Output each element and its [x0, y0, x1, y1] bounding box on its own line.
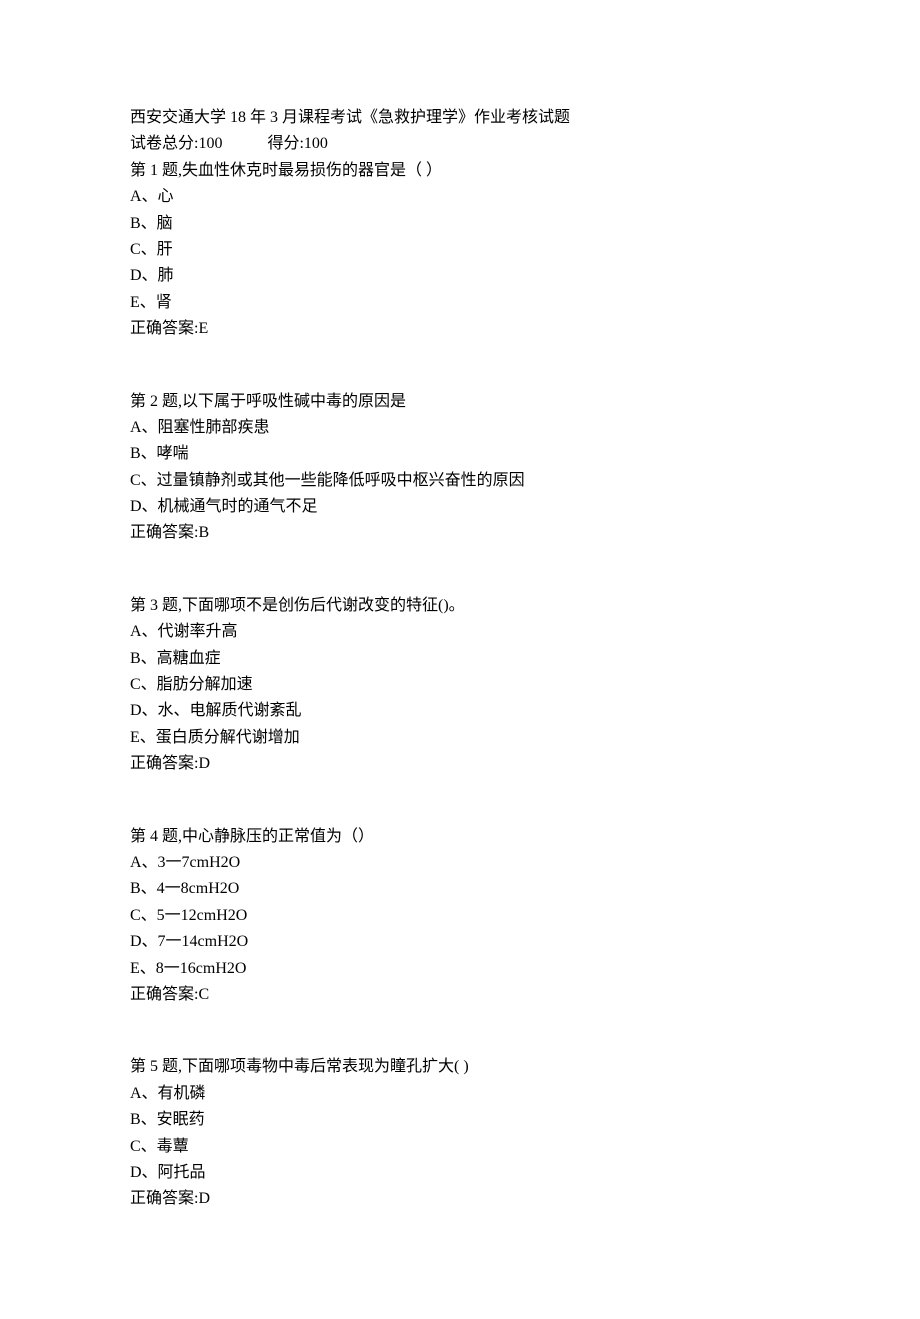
question-answer: 正确答案:D: [130, 1186, 790, 1212]
question-option: B、高糖血症: [130, 646, 790, 672]
score-gap: [222, 131, 267, 157]
question-option: C、过量镇静剂或其他一些能降低呼吸中枢兴奋性的原因: [130, 468, 790, 494]
question-option: D、机械通气时的通气不足: [130, 494, 790, 520]
question-option: A、心: [130, 184, 790, 210]
question-option: C、5一12cmH2O: [130, 903, 790, 929]
question-option: B、安眠药: [130, 1107, 790, 1133]
question-stem: 第 1 题,失血性休克时最易损伤的器官是（ ）: [130, 158, 790, 184]
question-answer: 正确答案:C: [130, 982, 790, 1008]
question-option: E、蛋白质分解代谢增加: [130, 725, 790, 751]
question-option: D、阿托品: [130, 1160, 790, 1186]
question-answer: 正确答案:E: [130, 316, 790, 342]
question-option: A、有机磷: [130, 1081, 790, 1107]
document-title: 西安交通大学 18 年 3 月课程考试《急救护理学》作业考核试题: [130, 105, 790, 131]
question-option: A、3一7cmH2O: [130, 850, 790, 876]
question-stem: 第 2 题,以下属于呼吸性碱中毒的原因是: [130, 389, 790, 415]
question-5: 第 5 题,下面哪项毒物中毒后常表现为瞳孔扩大( ) A、有机磷 B、安眠药 C…: [130, 1054, 790, 1212]
question-option: C、脂肪分解加速: [130, 672, 790, 698]
question-4: 第 4 题,中心静脉压的正常值为（） A、3一7cmH2O B、4一8cmH2O…: [130, 824, 790, 1009]
score-line: 试卷总分:100 得分:100: [130, 131, 790, 157]
score-obtained: 得分:100: [267, 131, 327, 157]
question-option: D、7一14cmH2O: [130, 929, 790, 955]
document-header: 西安交通大学 18 年 3 月课程考试《急救护理学》作业考核试题 试卷总分:10…: [130, 105, 790, 158]
question-answer: 正确答案:B: [130, 520, 790, 546]
question-1: 第 1 题,失血性休克时最易损伤的器官是（ ） A、心 B、脑 C、肝 D、肺 …: [130, 158, 790, 343]
question-option: A、阻塞性肺部疾患: [130, 415, 790, 441]
question-stem: 第 3 题,下面哪项不是创伤后代谢改变的特征()。: [130, 593, 790, 619]
question-option: B、4一8cmH2O: [130, 876, 790, 902]
question-option: C、毒蕈: [130, 1134, 790, 1160]
question-option: D、水、电解质代谢紊乱: [130, 698, 790, 724]
question-3: 第 3 题,下面哪项不是创伤后代谢改变的特征()。 A、代谢率升高 B、高糖血症…: [130, 593, 790, 778]
question-2: 第 2 题,以下属于呼吸性碱中毒的原因是 A、阻塞性肺部疾患 B、哮喘 C、过量…: [130, 389, 790, 547]
question-option: D、肺: [130, 263, 790, 289]
question-option: B、脑: [130, 211, 790, 237]
question-option: E、8一16cmH2O: [130, 956, 790, 982]
question-option: A、代谢率升高: [130, 619, 790, 645]
score-total: 试卷总分:100: [130, 131, 222, 157]
question-stem: 第 4 题,中心静脉压的正常值为（）: [130, 824, 790, 850]
question-option: E、肾: [130, 290, 790, 316]
question-stem: 第 5 题,下面哪项毒物中毒后常表现为瞳孔扩大( ): [130, 1054, 790, 1080]
question-option: C、肝: [130, 237, 790, 263]
question-option: B、哮喘: [130, 441, 790, 467]
question-answer: 正确答案:D: [130, 751, 790, 777]
